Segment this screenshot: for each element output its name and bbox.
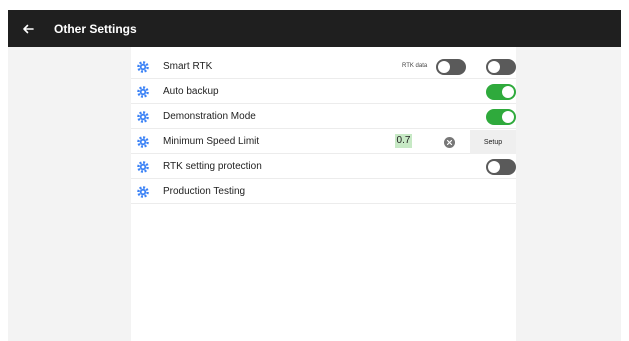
setting-label-demonstration-mode: Demonstration Mode: [163, 111, 256, 122]
clear-button[interactable]: [444, 137, 455, 148]
setting-row-production-testing[interactable]: Production Testing: [131, 180, 516, 204]
app-header: Other Settings: [8, 10, 621, 47]
setting-label-smart-rtk: Smart RTK: [163, 61, 213, 72]
setting-row-auto-backup: Auto backup: [131, 80, 516, 104]
gear-icon: [136, 85, 150, 99]
close-circle-icon: [446, 139, 453, 146]
arrow-left-icon: [23, 24, 34, 33]
smart-rtk-toggle[interactable]: [486, 59, 516, 75]
gear-icon: [136, 135, 150, 149]
setting-label-production-testing: Production Testing: [163, 186, 246, 197]
rtk-setting-protection-toggle[interactable]: [486, 159, 516, 175]
page-title: Other Settings: [54, 21, 137, 36]
setting-row-minimum-speed-limit: Minimum Speed Limit 0.7 Setup: [131, 130, 516, 154]
settings-panel: Smart RTK RTK data Auto backup Demonstra…: [131, 47, 516, 341]
setting-label-rtk-setting-protection: RTK setting protection: [163, 161, 262, 172]
gear-icon: [136, 110, 150, 124]
setup-button[interactable]: Setup: [470, 130, 516, 154]
rtk-data-toggle[interactable]: [436, 59, 466, 75]
speed-limit-input[interactable]: 0.7: [395, 134, 412, 148]
gear-icon: [136, 185, 150, 199]
setting-label-minimum-speed-limit: Minimum Speed Limit: [163, 136, 260, 147]
back-button[interactable]: [8, 10, 48, 47]
gear-icon: [136, 160, 150, 174]
setting-row-demonstration-mode: Demonstration Mode: [131, 105, 516, 129]
setting-label-auto-backup: Auto backup: [163, 86, 219, 97]
gear-icon: [136, 60, 150, 74]
setting-row-smart-rtk: Smart RTK RTK data: [131, 55, 516, 79]
demonstration-mode-toggle[interactable]: [486, 109, 516, 125]
app-window: Other Settings Smart RTK RTK data Auto b…: [8, 10, 621, 341]
auto-backup-toggle[interactable]: [486, 84, 516, 100]
rtk-data-label: RTK data: [402, 63, 428, 69]
setting-row-rtk-setting-protection: RTK setting protection: [131, 155, 516, 179]
